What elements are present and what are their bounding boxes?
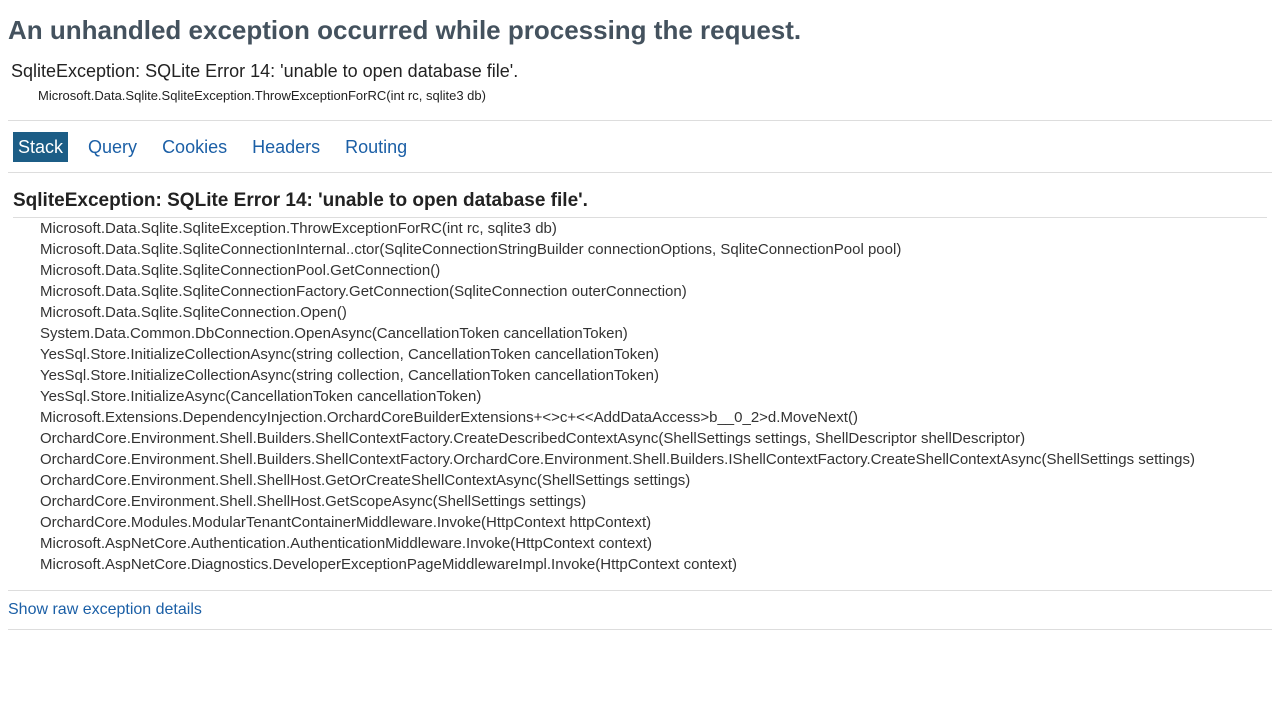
divider	[8, 629, 1272, 630]
tab-routing[interactable]: Routing	[340, 132, 412, 162]
stack-frame: OrchardCore.Environment.Shell.ShellHost.…	[40, 472, 691, 489]
stack-frame: Microsoft.AspNetCore.Diagnostics.Develop…	[40, 556, 737, 573]
tab-headers[interactable]: Headers	[247, 132, 325, 162]
stack-frame: Microsoft.AspNetCore.Authentication.Auth…	[40, 535, 652, 552]
stack-frame: YesSql.Store.InitializeAsync(Cancellatio…	[40, 388, 482, 405]
stack-frame: Microsoft.Data.Sqlite.SqliteException.Th…	[40, 220, 557, 237]
stack-frame: YesSql.Store.InitializeCollectionAsync(s…	[40, 346, 659, 363]
stack-frame: OrchardCore.Environment.Shell.Builders.S…	[40, 430, 1026, 447]
stack-frame: OrchardCore.Modules.ModularTenantContain…	[40, 514, 652, 531]
stack-frame: YesSql.Store.InitializeCollectionAsync(s…	[40, 367, 659, 384]
stack-frame: Microsoft.Extensions.DependencyInjection…	[40, 409, 858, 426]
tab-cookies[interactable]: Cookies	[157, 132, 232, 162]
stack-section: SqliteException: SQLite Error 14: 'unabl…	[8, 173, 1272, 575]
stack-frame: System.Data.Common.DbConnection.OpenAsyn…	[40, 325, 628, 342]
page-title: An unhandled exception occurred while pr…	[8, 15, 802, 45]
show-raw-exception-link[interactable]: Show raw exception details	[8, 591, 1272, 629]
stack-frame: Microsoft.Data.Sqlite.SqliteConnectionIn…	[40, 241, 902, 258]
stack-frame: Microsoft.Data.Sqlite.SqliteConnectionPo…	[40, 262, 441, 279]
exception-location: Microsoft.Data.Sqlite.SqliteException.Th…	[38, 88, 486, 103]
stack-frame: Microsoft.Data.Sqlite.SqliteConnection.O…	[40, 304, 347, 321]
stack-exception-title: SqliteException: SQLite Error 14: 'unabl…	[13, 189, 1267, 218]
stack-frames: Microsoft.Data.Sqlite.SqliteException.Th…	[13, 218, 1267, 575]
tab-stack[interactable]: Stack	[13, 131, 69, 162]
stack-frame: Microsoft.Data.Sqlite.SqliteConnectionFa…	[40, 283, 687, 300]
stack-frame: OrchardCore.Environment.Shell.ShellHost.…	[40, 493, 587, 510]
exception-summary: SqliteException: SQLite Error 14: 'unabl…	[8, 59, 1272, 104]
stack-frame: OrchardCore.Environment.Shell.Builders.S…	[40, 451, 1195, 468]
error-page: An unhandled exception occurred while pr…	[0, 0, 1280, 630]
exception-message: SqliteException: SQLite Error 14: 'unabl…	[11, 61, 519, 81]
tab-query[interactable]: Query	[83, 132, 142, 162]
tab-bar: Stack Query Cookies Headers Routing	[8, 121, 1272, 172]
